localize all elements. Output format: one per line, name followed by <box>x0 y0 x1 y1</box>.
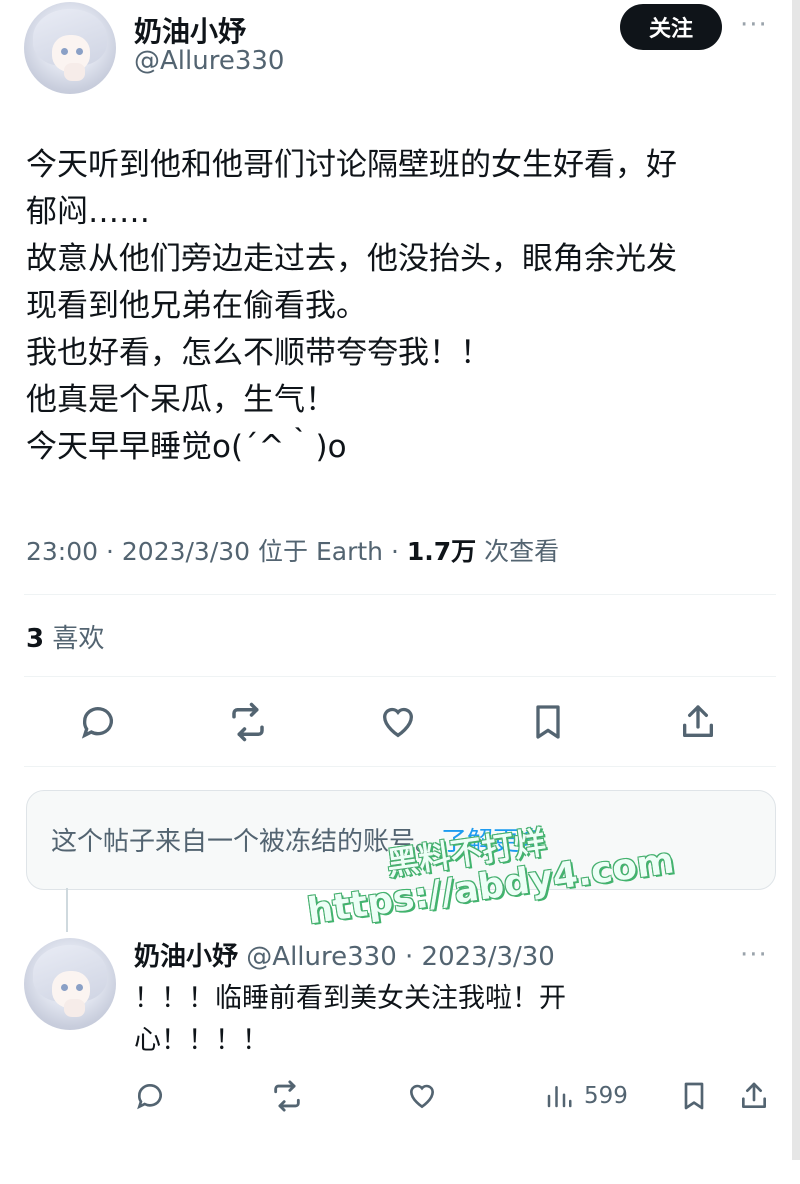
view-label: 次查看 <box>476 537 560 566</box>
reply-views-button[interactable]: 599 <box>544 1078 628 1114</box>
reply-view-count: 599 <box>584 1083 628 1109</box>
tweet-text: 今天听到他和他哥们讨论隔壁班的女生好看，好 郁闷…… 故意从他们旁边走过去，他没… <box>26 142 776 471</box>
divider <box>24 676 776 677</box>
tweet-line: 郁闷…… <box>26 194 150 230</box>
author-handle[interactable]: @Allure330 <box>134 46 284 76</box>
tweet-line: 我也好看，怎么不顺带夸夸我！！ <box>26 335 491 371</box>
reply-bookmark-icon[interactable] <box>678 1078 710 1114</box>
bookmark-icon[interactable] <box>526 700 570 744</box>
tweet-line: 今天听到他和他哥们讨论隔壁班的女生好看，好 <box>26 147 677 183</box>
reply-header: 奶油小妤 @Allure330 · 2023/3/30 <box>134 936 555 973</box>
view-count: 1.7万 <box>406 537 477 566</box>
reply-author-name[interactable]: 奶油小妤 <box>134 942 238 972</box>
tweet-line: 他真是个呆瓜，生气！ <box>26 382 336 418</box>
notice-message: 这个帖子来自一个被冻结的账号。 <box>51 827 442 857</box>
author-name[interactable]: 奶油小妤 <box>134 10 246 50</box>
like-label: 喜欢 <box>44 624 105 654</box>
thread-connector <box>66 888 68 932</box>
reply-reply-icon[interactable] <box>134 1078 166 1114</box>
divider <box>24 766 776 767</box>
reply-text: ！！！临睡前看到美女关注我啦！开 心！！！！ <box>134 978 566 1062</box>
tweet-line: 今天早早睡觉o(´^｀)o <box>26 429 347 465</box>
reply-handle-date[interactable]: @Allure330 · 2023/3/30 <box>238 942 555 972</box>
author-avatar[interactable] <box>24 2 116 94</box>
more-options-icon[interactable]: ··· <box>740 10 768 40</box>
tweet-meta: 23:00 · 2023/3/30 位于 Earth · 1.7万 次查看 <box>26 532 559 568</box>
reply-icon[interactable] <box>76 700 120 744</box>
retweet-icon[interactable] <box>226 700 270 744</box>
reply-more-options-icon[interactable]: ··· <box>740 940 768 970</box>
right-edge-shadow <box>792 0 800 1160</box>
reply-retweet-icon[interactable] <box>270 1078 304 1114</box>
follow-button[interactable]: 关注 <box>620 4 722 50</box>
tweet-line: 现看到他兄弟在偷看我。 <box>26 288 367 324</box>
tweet-timestamp[interactable]: 23:00 · 2023/3/30 位于 Earth · <box>26 537 407 566</box>
likes-summary[interactable]: 3 喜欢 <box>26 618 104 655</box>
reply-author-avatar[interactable] <box>24 938 116 1030</box>
heart-icon[interactable] <box>376 700 420 744</box>
views-chart-icon <box>547 1086 572 1108</box>
tweet-line: 故意从他们旁边走过去，他没抬头，眼角余光发 <box>26 241 677 277</box>
like-count: 3 <box>26 624 45 654</box>
reply-line: ！！！临睡前看到美女关注我啦！开 <box>134 983 566 1014</box>
reply-share-icon[interactable] <box>738 1078 770 1114</box>
reply-line: 心！！！！ <box>134 1025 269 1056</box>
divider <box>24 594 776 595</box>
share-icon[interactable] <box>676 700 720 744</box>
reply-heart-icon[interactable] <box>406 1078 438 1114</box>
